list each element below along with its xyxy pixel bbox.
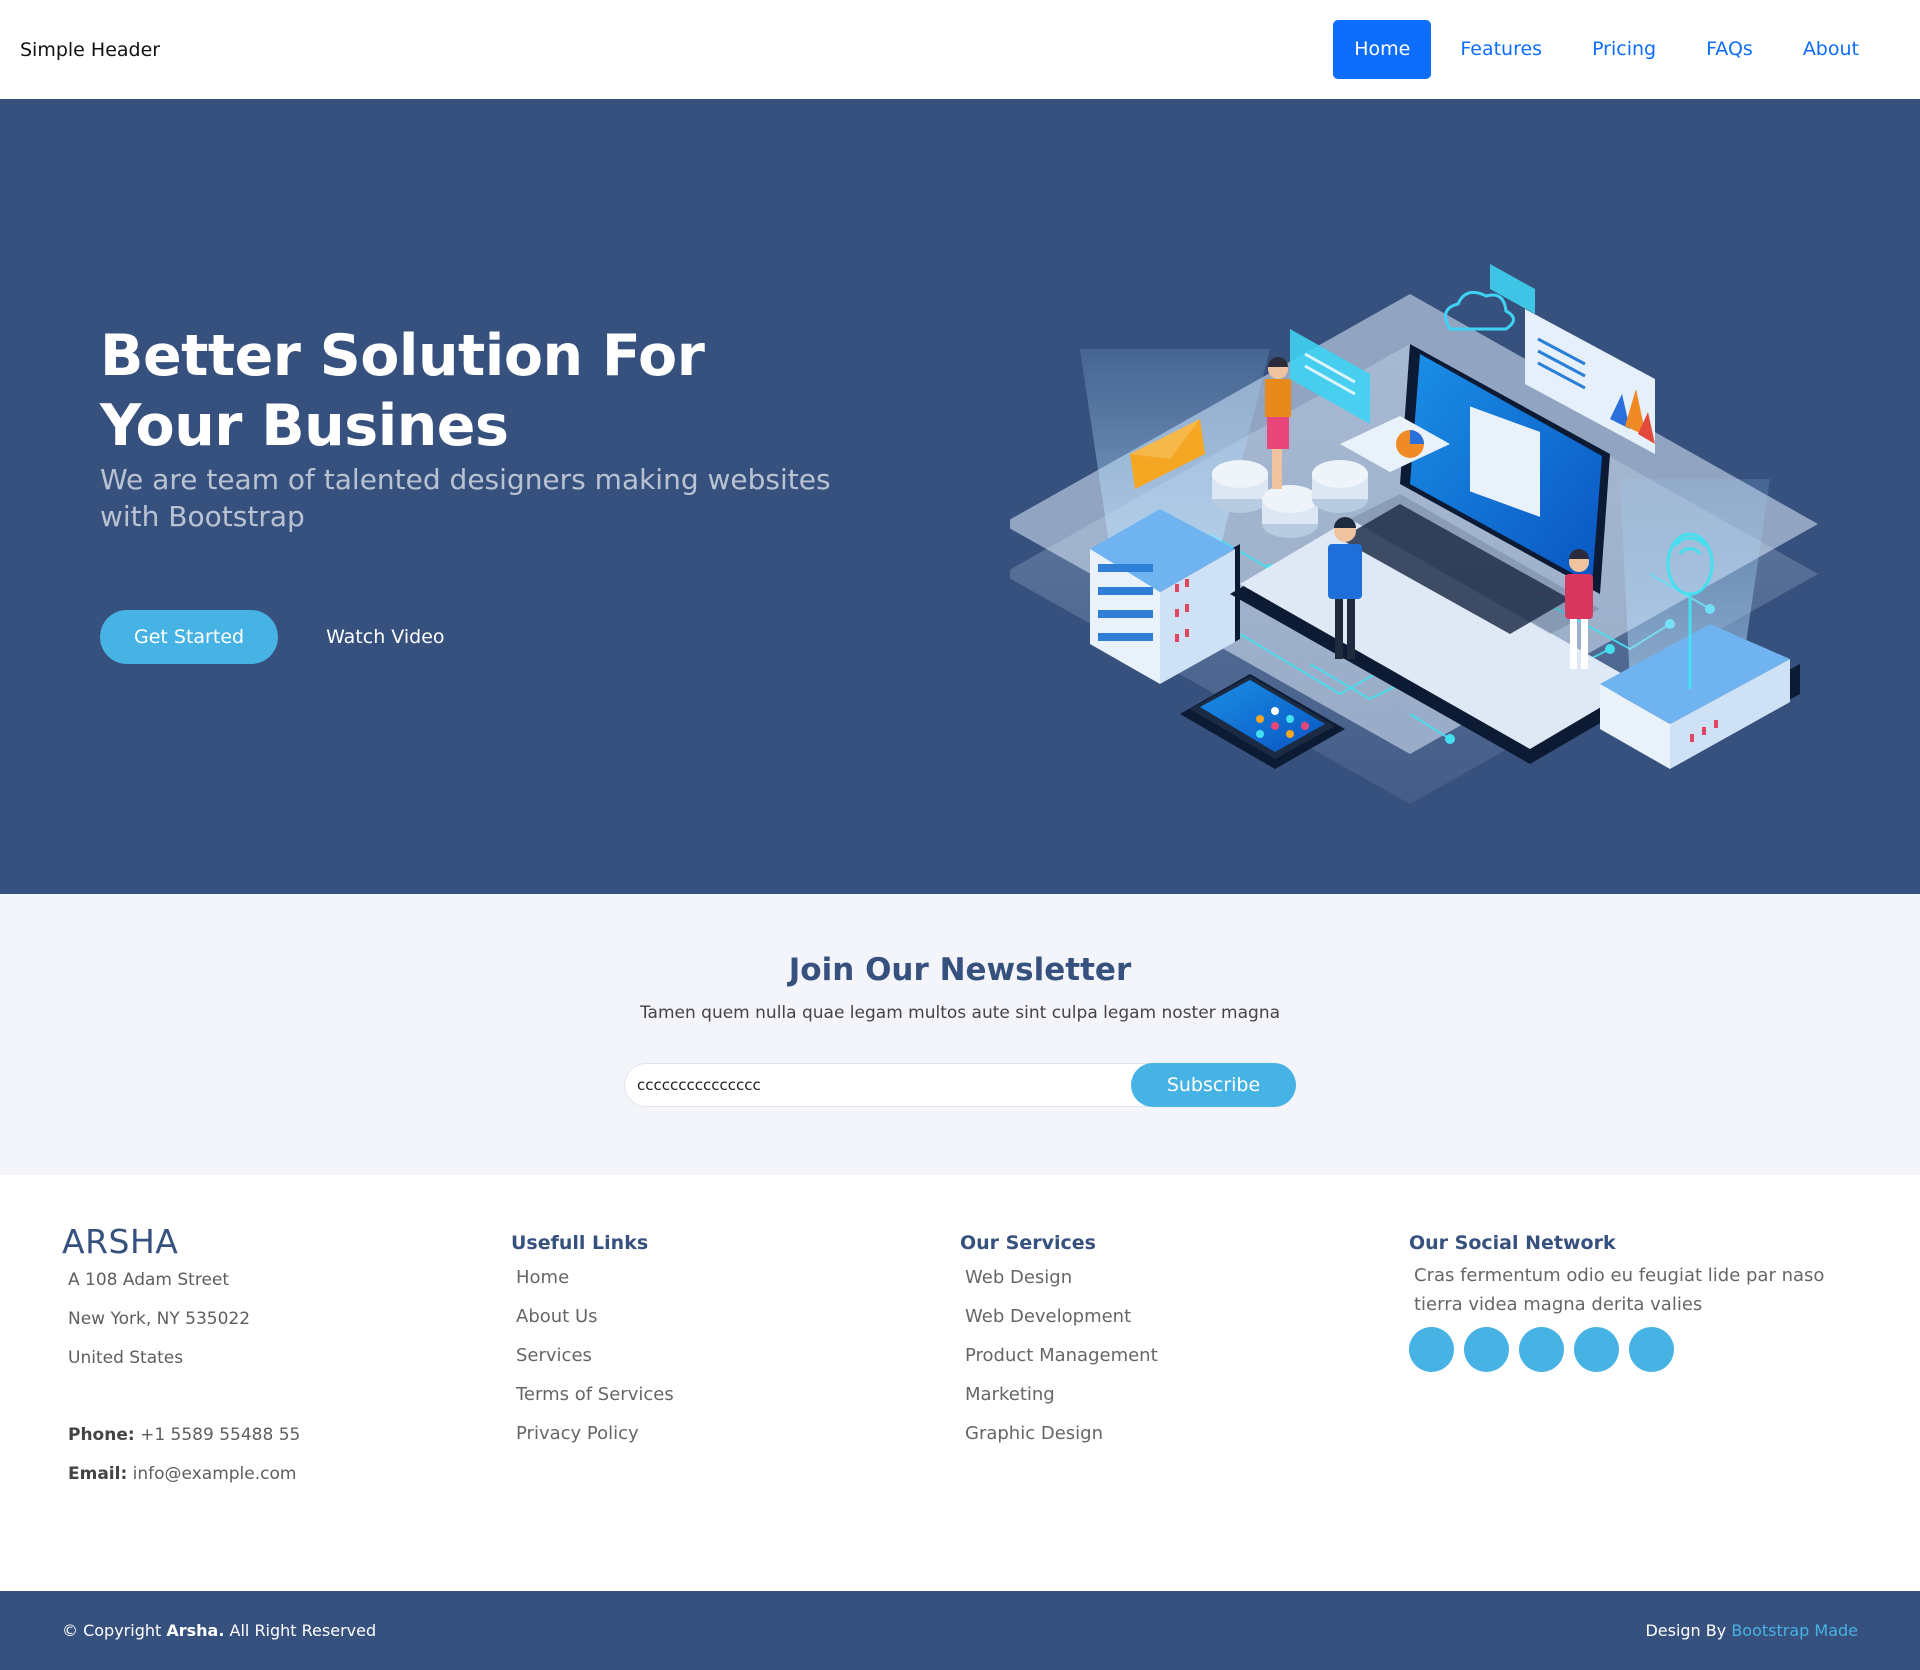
nav-features[interactable]: Features — [1439, 20, 1563, 79]
useful-links-title: Usefull Links — [511, 1232, 649, 1254]
social-icon-4[interactable] — [1574, 1327, 1619, 1372]
newsletter-section: Join Our Newsletter Tamen quem nulla qua… — [0, 894, 1920, 1175]
hero-subtitle: We are team of talented designers making… — [100, 463, 831, 533]
service-marketing[interactable]: Marketing — [965, 1375, 1158, 1414]
footer-link-about[interactable]: About Us — [516, 1297, 674, 1336]
brand-name[interactable]: Simple Header — [20, 39, 160, 61]
social-text: Cras fermentum odio eu feugiat lide par … — [1414, 1265, 1825, 1315]
hero-buttons: Get Started Watch Video — [100, 610, 860, 664]
floating-panel-small — [1490, 264, 1535, 314]
footer-link-terms[interactable]: Terms of Services — [516, 1375, 674, 1414]
credit-prefix: Design By — [1645, 1621, 1727, 1640]
newsletter-title: Join Our Newsletter — [788, 952, 1132, 988]
nav-faqs[interactable]: FAQs — [1685, 20, 1774, 79]
footer-services: Our Services Web Design Web Development … — [960, 1225, 1158, 1453]
service-graphic-design[interactable]: Graphic Design — [965, 1414, 1158, 1453]
footer-social: Our Social Network Cras fermentum odio e… — [1409, 1225, 1859, 1372]
footer-bottom: © Copyright Arsha. All Right Reserved De… — [0, 1591, 1920, 1670]
footer-link-home[interactable]: Home — [516, 1258, 674, 1297]
newsletter-description: Tamen quem nulla quae legam multos aute … — [639, 1003, 1281, 1023]
copyright-prefix: © Copyright — [62, 1621, 162, 1640]
useful-links-list: Home About Us Services Terms of Services… — [511, 1258, 674, 1453]
service-web-design[interactable]: Web Design — [965, 1258, 1158, 1297]
address-line-1: A 108 Adam Street — [68, 1270, 230, 1290]
service-product-management[interactable]: Product Management — [965, 1336, 1158, 1375]
services-title: Our Services — [960, 1232, 1096, 1254]
footer-link-services[interactable]: Services — [516, 1336, 674, 1375]
footer-contact: ARSHA A 108 Adam Street New York, NY 535… — [62, 1225, 300, 1494]
hero-text: Better Solution For Your Busines We are … — [100, 321, 860, 664]
footer-top: ARSHA A 108 Adam Street New York, NY 535… — [0, 1175, 1920, 1591]
nav-pricing[interactable]: Pricing — [1571, 20, 1677, 79]
copyright-suffix: All Right Reserved — [229, 1621, 377, 1640]
footer-useful-links: Usefull Links Home About Us Services Ter… — [511, 1225, 674, 1453]
service-web-development[interactable]: Web Development — [965, 1297, 1158, 1336]
phone-label: Phone: — [68, 1425, 135, 1445]
footer-logo: ARSHA — [62, 1222, 179, 1261]
newsletter-email-input[interactable] — [637, 1064, 1117, 1106]
services-list: Web Design Web Development Product Manag… — [960, 1258, 1158, 1453]
social-icon-1[interactable] — [1409, 1327, 1454, 1372]
hero-title: Better Solution For Your Busines — [100, 323, 705, 459]
subscribe-button[interactable]: Subscribe — [1131, 1063, 1296, 1107]
main-nav: Home Features Pricing FAQs About — [1333, 20, 1880, 79]
hero-section: Better Solution For Your Busines We are … — [0, 99, 1920, 894]
email-value: info@example.com — [132, 1464, 297, 1484]
footer-phone: Phone: +1 5589 55488 55 — [68, 1416, 300, 1455]
nav-home[interactable]: Home — [1333, 20, 1432, 79]
bootstrap-made-link[interactable]: Bootstrap Made — [1731, 1621, 1858, 1640]
hero-illustration — [1010, 264, 1818, 804]
footer-email: Email: info@example.com — [68, 1455, 300, 1494]
email-label: Email: — [68, 1464, 128, 1484]
address-line-2: New York, NY 535022 — [68, 1309, 251, 1329]
address-line-3: United States — [68, 1348, 184, 1368]
get-started-button[interactable]: Get Started — [100, 610, 279, 664]
credits: Design By Bootstrap Made — [1645, 1621, 1858, 1640]
copyright: © Copyright Arsha. All Right Reserved — [62, 1621, 376, 1640]
social-icon-3[interactable] — [1519, 1327, 1564, 1372]
social-icons — [1409, 1327, 1859, 1372]
copyright-brand: Arsha. — [166, 1621, 225, 1640]
social-icon-2[interactable] — [1464, 1327, 1509, 1372]
site-header: Simple Header Home Features Pricing FAQs… — [0, 0, 1920, 99]
watch-video-link[interactable]: Watch Video — [326, 626, 444, 648]
newsletter-form: Subscribe — [624, 1063, 1296, 1107]
phone-value: +1 5589 55488 55 — [140, 1425, 301, 1445]
nav-about[interactable]: About — [1782, 20, 1880, 79]
footer-link-privacy[interactable]: Privacy Policy — [516, 1414, 674, 1453]
social-icon-5[interactable] — [1629, 1327, 1674, 1372]
footer-address: A 108 Adam Street New York, NY 535022 Un… — [62, 1261, 300, 1494]
social-title: Our Social Network — [1409, 1232, 1616, 1254]
